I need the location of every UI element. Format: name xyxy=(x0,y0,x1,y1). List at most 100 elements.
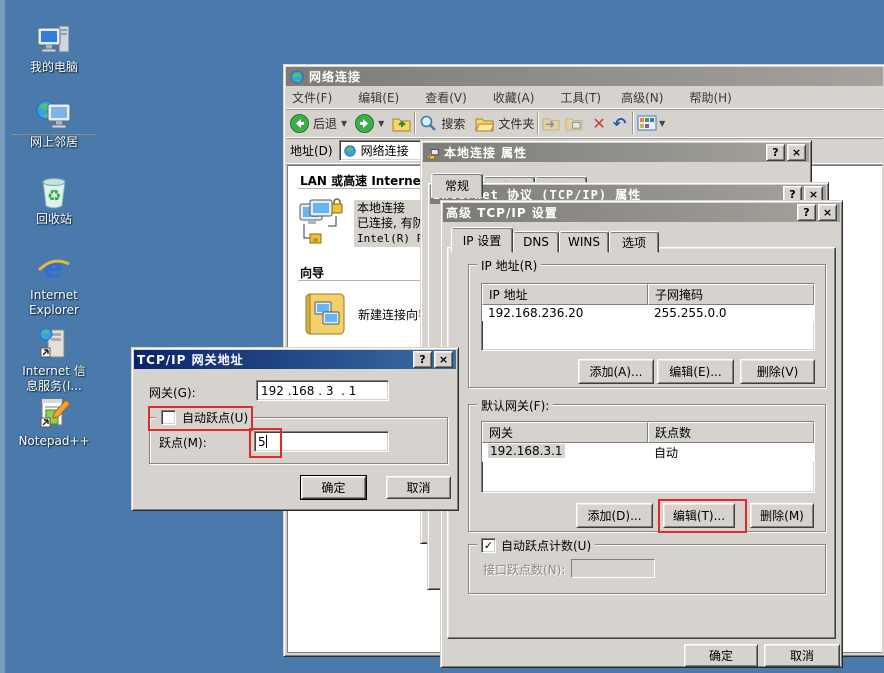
menu-advanced[interactable]: 高级(N) xyxy=(615,87,669,108)
metric-label: 跃点(M): xyxy=(159,434,207,451)
table-row[interactable]: 192.168.236.20 255.255.0.0 xyxy=(482,305,814,321)
back-button[interactable]: 后退 ▼ xyxy=(290,114,347,133)
dialog-titlebar[interactable]: TCP/IP 网关地址 ? × xyxy=(134,350,456,369)
desktop-icon-network-places[interactable]: 网上邻居 xyxy=(12,96,96,150)
desktop-icon-label: 我的电脑 xyxy=(12,60,96,75)
dialog-title: 高级 TCP/IP 设置 xyxy=(446,204,795,221)
col-header-gateway[interactable]: 网关 xyxy=(482,422,648,443)
gateway-group-label: 默认网关(F): xyxy=(477,397,553,414)
ip-edit-button[interactable]: 编辑(E)... xyxy=(657,359,734,384)
advanced-tcpip-settings-dialog: 高级 TCP/IP 设置 ? × IP 设置 DNS WINS 选项 IP 地址… xyxy=(440,200,843,668)
tab-wins[interactable]: WINS xyxy=(559,231,609,253)
desktop-icon-internet-explorer[interactable]: e Internet Explorer xyxy=(12,250,96,318)
desktop-icon-iis[interactable]: Internet 信 息服务(I... xyxy=(12,326,96,394)
desktop-icon-my-computer[interactable]: 我的电脑 xyxy=(12,22,96,75)
search-label: 搜索 xyxy=(441,115,465,132)
window-titlebar[interactable]: 网络连接 xyxy=(286,67,883,86)
annotation-metric-value xyxy=(249,428,282,458)
desktop-icon-recycle-bin[interactable]: ♻ 回收站 xyxy=(12,174,96,227)
gateway-remove-button[interactable]: 删除(M) xyxy=(750,503,814,528)
toolbar-separator xyxy=(414,112,416,134)
help-button[interactable]: ? xyxy=(413,351,432,368)
search-button[interactable]: 搜索 xyxy=(419,114,465,132)
cell-ip: 192.168.236.20 xyxy=(482,305,648,321)
local-connection-item[interactable]: 本地连接 已连接, 有防 Intel(R) PR xyxy=(296,196,433,248)
ip-add-button[interactable]: 添加(A)... xyxy=(578,359,654,384)
menu-edit[interactable]: 编辑(E) xyxy=(352,87,405,108)
local-connection-icon xyxy=(296,196,348,248)
gateway-table[interactable]: 网关 跃点数 192.168.3.1 自动 xyxy=(481,421,815,493)
cell-gateway: 192.168.3.1 xyxy=(488,444,565,458)
iis-icon xyxy=(36,326,72,362)
lan-group-header: LAN 或高速 Interne xyxy=(300,172,421,189)
gateway-ip-field[interactable]: 192 .168 . 3 . 1 xyxy=(256,380,389,401)
menu-tools[interactable]: 工具(T) xyxy=(554,87,607,108)
views-dropdown-icon[interactable]: ▼ xyxy=(659,119,665,128)
new-connection-wizard-item[interactable]: 新建连接向导 xyxy=(302,290,430,338)
notepadpp-icon xyxy=(36,396,72,432)
views-icon[interactable] xyxy=(637,115,657,131)
toolbar-separator xyxy=(632,112,634,134)
undo-icon[interactable]: ↷ xyxy=(613,114,626,133)
svg-text:e: e xyxy=(44,251,63,284)
menu-file[interactable]: 文件(F) xyxy=(286,87,338,108)
back-icon xyxy=(290,114,309,133)
col-header-metric[interactable]: 跃点数 xyxy=(648,422,814,443)
close-button[interactable]: × xyxy=(818,204,837,221)
close-button[interactable]: × xyxy=(434,351,453,368)
desktop-icon-notepadpp[interactable]: Notepad++ xyxy=(12,396,96,449)
menu-view[interactable]: 查看(V) xyxy=(419,87,473,108)
adv-ok-button[interactable]: 确定 xyxy=(684,644,758,667)
gateway-add-button[interactable]: 添加(D)... xyxy=(576,503,653,528)
menu-favorites[interactable]: 收藏(A) xyxy=(487,87,541,108)
tab-dns[interactable]: DNS xyxy=(513,231,559,253)
up-folder-icon xyxy=(392,115,411,132)
connection-properties-icon xyxy=(426,146,440,160)
cell-mask: 255.255.0.0 xyxy=(648,305,814,321)
tab-ip-settings[interactable]: IP 设置 xyxy=(451,227,513,253)
tab-options[interactable]: 选项 xyxy=(609,231,659,253)
new-connection-wizard-icon xyxy=(302,290,350,338)
desktop-icon-label: 息服务(I... xyxy=(12,379,96,394)
adv-cancel-button[interactable]: 取消 xyxy=(764,644,840,667)
close-button[interactable]: × xyxy=(787,144,806,161)
auto-metric-checkbox[interactable]: ✓ xyxy=(481,538,496,553)
help-button[interactable]: ? xyxy=(797,204,816,221)
connection-device: Intel(R) PR xyxy=(357,231,430,246)
ip-address-table[interactable]: IP 地址 子网掩码 192.168.236.20 255.255.0.0 xyxy=(481,283,815,351)
gw-ok-button[interactable]: 确定 xyxy=(301,476,366,499)
back-dropdown-icon[interactable]: ▼ xyxy=(341,119,347,128)
col-header-ip[interactable]: IP 地址 xyxy=(482,284,648,305)
tcpip-gateway-address-dialog: TCP/IP 网关地址 ? × 网关(G): 192 .168 . 3 . 1 … xyxy=(131,347,459,511)
desktop-icon-label: Explorer xyxy=(12,303,96,318)
forward-button[interactable]: ▼ xyxy=(355,114,384,133)
tab-general[interactable]: 常规 xyxy=(431,173,483,198)
delete-icon[interactable]: ✕ xyxy=(592,114,605,133)
dialog-title: TCP/IP 网关地址 xyxy=(137,351,411,368)
desktop-icon-label: Notepad++ xyxy=(12,434,96,449)
connection-status: 已连接, 有防 xyxy=(357,216,430,231)
annotation-edit-button xyxy=(658,499,747,533)
dialog-titlebar[interactable]: 本地连接 属性 ? × xyxy=(423,143,809,162)
move-to-icon[interactable] xyxy=(542,115,560,131)
dialog-titlebar[interactable]: 高级 TCP/IP 设置 ? × xyxy=(443,203,840,222)
menu-help[interactable]: 帮助(H) xyxy=(683,87,737,108)
ip-group-label: IP 地址(R) xyxy=(477,257,541,274)
address-value: 网络连接 xyxy=(361,142,409,159)
up-button[interactable] xyxy=(392,115,411,132)
interface-metric-field xyxy=(571,559,655,578)
help-button[interactable]: ? xyxy=(766,144,785,161)
col-header-mask[interactable]: 子网掩码 xyxy=(648,284,814,305)
network-places-icon xyxy=(36,96,72,132)
gw-cancel-button[interactable]: 取消 xyxy=(386,476,451,499)
ip-remove-button[interactable]: 删除(V) xyxy=(740,359,815,384)
dialog-title: 本地连接 属性 xyxy=(444,144,764,161)
network-connections-icon xyxy=(289,69,305,85)
forward-dropdown-icon[interactable]: ▼ xyxy=(378,119,384,128)
forward-icon xyxy=(355,114,374,133)
folders-button[interactable]: 文件夹 xyxy=(475,115,534,132)
table-row[interactable]: 192.168.3.1 自动 xyxy=(482,443,814,462)
gateway-label: 网关(G): xyxy=(149,384,196,401)
desktop-icon-label: Internet xyxy=(12,288,96,303)
copy-to-icon[interactable] xyxy=(565,115,583,131)
